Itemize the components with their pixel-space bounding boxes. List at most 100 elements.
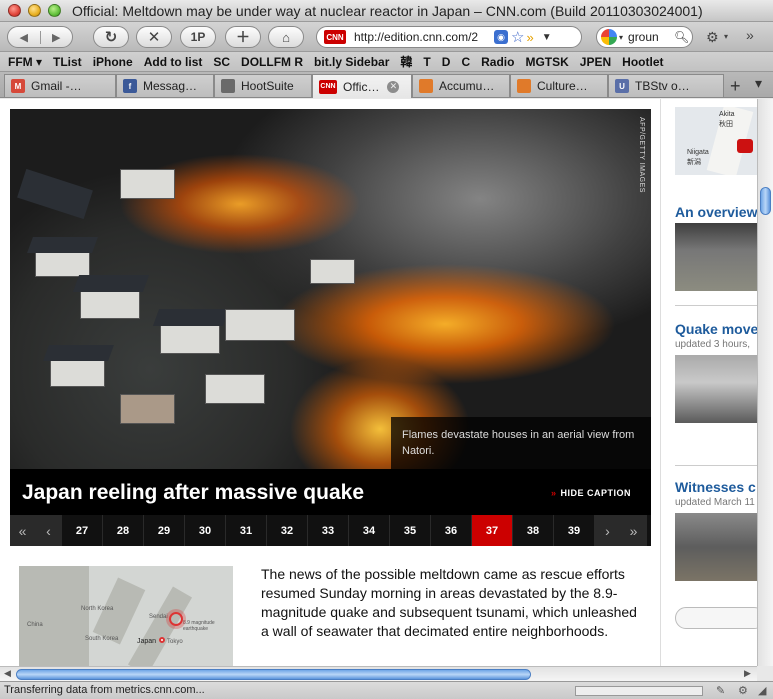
- gear-dropdown-icon[interactable]: ▾: [724, 32, 728, 41]
- map-marker-icon: [737, 139, 753, 153]
- page-button[interactable]: 32: [267, 515, 308, 546]
- page-button[interactable]: 36: [431, 515, 472, 546]
- page-button[interactable]: 34: [349, 515, 390, 546]
- bookmark-item[interactable]: DOLLFM R: [241, 55, 303, 69]
- bookmark-item[interactable]: JPEN: [580, 55, 611, 69]
- page-button[interactable]: 39: [554, 515, 595, 546]
- search-engine-dropdown-icon[interactable]: ▾: [619, 33, 623, 42]
- bookmark-item[interactable]: SC: [213, 55, 230, 69]
- rss-feed-icon[interactable]: ◉: [494, 30, 508, 44]
- first-page-button[interactable]: «: [10, 515, 36, 546]
- bookmark-item[interactable]: C: [461, 55, 470, 69]
- bookmark-item[interactable]: 韓: [400, 53, 412, 70]
- tab-accumulated[interactable]: Accumu…: [412, 74, 510, 97]
- forward-button[interactable]: ▶: [39, 30, 73, 44]
- bookmark-item[interactable]: iPhone: [93, 55, 133, 69]
- addon-icon[interactable]: ✎: [716, 684, 725, 697]
- stop-button[interactable]: ✕: [136, 26, 172, 48]
- page-button[interactable]: 30: [185, 515, 226, 546]
- map-label: 新潟: [687, 159, 701, 166]
- url-text[interactable]: http://edition.cnn.com/2: [354, 30, 492, 44]
- tab-tbstv[interactable]: U TBStv o…: [608, 74, 724, 97]
- sidebar-timestamp: updated 3 hours,: [675, 339, 751, 350]
- sidebar-search-input[interactable]: [675, 607, 757, 629]
- search-input[interactable]: groun: [628, 30, 672, 44]
- japan-map-image[interactable]: China North Korea South Korea Sendai Jap…: [19, 566, 233, 666]
- page-button-selected[interactable]: 37: [472, 515, 513, 546]
- bookmark-item[interactable]: MGTSK: [525, 55, 568, 69]
- house: [205, 374, 265, 404]
- epicenter-marker-icon: [169, 612, 183, 626]
- address-bar[interactable]: CNN http://edition.cnn.com/2 ◉ ☆ » ▼: [316, 26, 582, 48]
- minimize-window-button[interactable]: [28, 4, 41, 17]
- page-button[interactable]: 28: [103, 515, 144, 546]
- tab-list-icon[interactable]: ▾: [755, 75, 762, 92]
- next-page-button[interactable]: ›: [595, 515, 621, 546]
- reload-button[interactable]: ↻: [93, 26, 129, 48]
- sidebar-headline[interactable]: An overview: [675, 204, 757, 220]
- bookmark-item[interactable]: bit.ly Sidebar: [314, 55, 389, 69]
- page-button[interactable]: 29: [144, 515, 185, 546]
- bookmark-star-icon[interactable]: ☆: [511, 28, 524, 46]
- status-text: Transferring data from metrics.cnn.com..…: [4, 684, 205, 696]
- bookmark-item[interactable]: T: [423, 55, 430, 69]
- prev-page-button[interactable]: ‹: [36, 515, 62, 546]
- page-button[interactable]: 38: [513, 515, 554, 546]
- back-button[interactable]: ◀: [8, 31, 40, 44]
- gallery-photo[interactable]: AFP/GETTY IMAGES Flames devastate houses…: [10, 109, 651, 469]
- tab-label: Messag…: [143, 79, 198, 93]
- tab-gmail[interactable]: M Gmail -…: [4, 74, 116, 97]
- page-button[interactable]: 35: [390, 515, 431, 546]
- bookmark-item[interactable]: Add to list: [144, 55, 203, 69]
- sidebar-thumbnail[interactable]: [675, 355, 757, 423]
- search-bar[interactable]: ▾ groun 🔍︎: [596, 26, 693, 48]
- tab-culture[interactable]: Culture…: [510, 74, 608, 97]
- resize-grip-icon[interactable]: ◢: [758, 684, 766, 697]
- bookmark-item[interactable]: Radio: [481, 55, 514, 69]
- vertical-scrollbar[interactable]: [757, 99, 773, 666]
- bookmark-item[interactable]: D: [442, 55, 451, 69]
- home-button[interactable]: ⌂: [268, 26, 304, 48]
- page-button[interactable]: 33: [308, 515, 349, 546]
- tab-cnn-official[interactable]: CNN Offic… ✕: [312, 74, 412, 98]
- last-page-button[interactable]: »: [621, 515, 647, 546]
- horizontal-scrollbar[interactable]: ◀ ▶: [0, 666, 757, 681]
- sidebar-map-thumbnail[interactable]: Akita 秋田 Niigata 新潟: [675, 107, 757, 175]
- house: [310, 259, 355, 284]
- sidebar-thumbnail[interactable]: [675, 513, 757, 581]
- sidebar-headline[interactable]: Quake move: [675, 321, 757, 337]
- bookmark-item[interactable]: FFM ▾: [8, 55, 42, 69]
- right-sidebar: Akita 秋田 Niigata 新潟 An overview Quake mo…: [660, 99, 757, 666]
- history-dropdown-icon[interactable]: ▼: [542, 32, 552, 43]
- tab-hootsuite[interactable]: HootSuite: [214, 74, 312, 97]
- hootsuite-icon: [221, 79, 235, 93]
- magnifier-icon[interactable]: 🔍︎: [674, 30, 689, 44]
- zoom-window-button[interactable]: [48, 4, 61, 17]
- scroll-left-arrow-icon[interactable]: ◀: [4, 668, 11, 679]
- tab-close-icon[interactable]: ✕: [387, 80, 400, 93]
- hide-caption-link[interactable]: » HIDE CAPTION: [551, 488, 631, 498]
- google-search-engine-icon[interactable]: [601, 29, 617, 45]
- facebook-icon: f: [123, 79, 137, 93]
- onepassword-button[interactable]: 1P: [180, 26, 216, 48]
- sidebar-thumbnail[interactable]: [675, 223, 757, 291]
- gallery-pager: « ‹ 27 28 29 30 31 32 33 34 35 36 37 38 …: [10, 515, 651, 546]
- close-window-button[interactable]: [8, 4, 21, 17]
- go-chevron-icon[interactable]: »: [526, 30, 533, 45]
- page-button[interactable]: 31: [226, 515, 267, 546]
- page-button[interactable]: 27: [62, 515, 103, 546]
- sidebar-headline[interactable]: Witnesses c: [675, 479, 756, 495]
- gallery-headline: Japan reeling after massive quake: [22, 481, 364, 504]
- gear-icon[interactable]: ⚙: [706, 29, 719, 46]
- vertical-scroll-thumb[interactable]: [760, 187, 771, 215]
- add-bookmark-button[interactable]: ＋: [225, 26, 261, 48]
- toolbar-overflow-icon[interactable]: »: [746, 27, 754, 43]
- new-tab-button[interactable]: +: [730, 76, 741, 97]
- addon-icon[interactable]: ⚙: [738, 684, 748, 697]
- bookmark-item[interactable]: Hootlet: [622, 55, 663, 69]
- horizontal-scroll-thumb[interactable]: [16, 669, 531, 680]
- tab-messages[interactable]: f Messag…: [116, 74, 214, 97]
- bookmark-item[interactable]: TList: [53, 55, 82, 69]
- bookmarks-bar: FFM ▾ TList iPhone Add to list SC DOLLFM…: [0, 52, 773, 72]
- scroll-right-arrow-icon[interactable]: ▶: [744, 668, 751, 679]
